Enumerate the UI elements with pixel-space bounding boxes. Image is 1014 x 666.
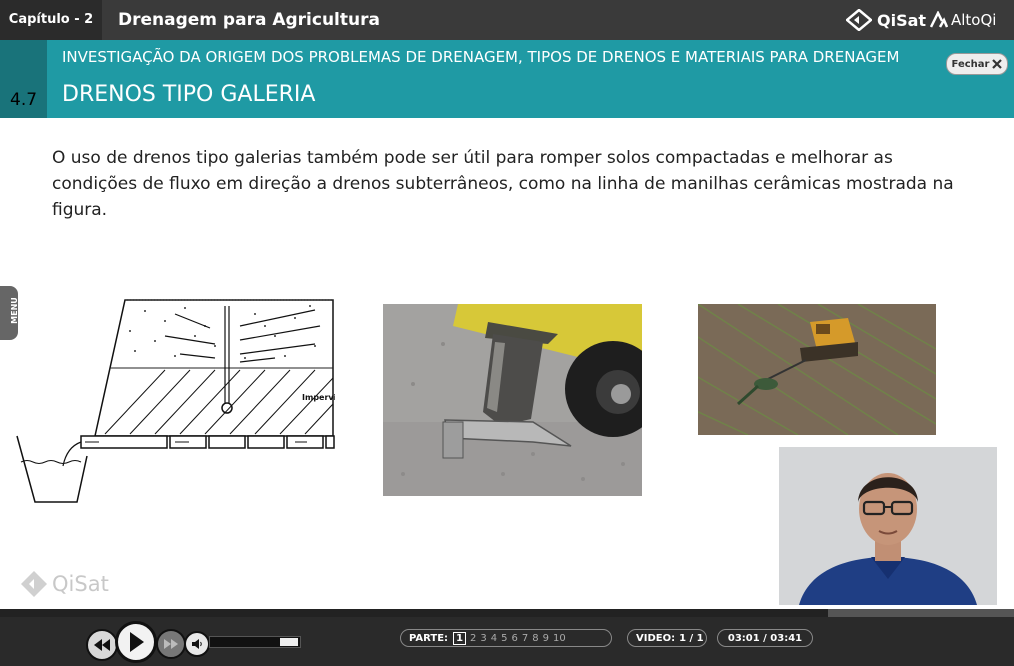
section-number: 4.7 [10,90,38,110]
body-paragraph: O uso de drenos tipo galerias também pod… [52,148,954,220]
section-header: INVESTIGAÇÃO DA ORIGEM DOS PROBLEMAS DE … [0,40,1014,118]
close-button[interactable]: Fechar [946,53,1008,75]
video-label: VIDEO: [636,632,676,644]
presenter-video[interactable] [779,447,997,605]
parts-selector: PARTE: 1 2 3 4 5 6 7 8 9 10 [400,629,612,647]
part-button-2[interactable]: 2 [470,633,476,644]
part-button-7[interactable]: 7 [522,633,528,644]
time-display: 03:01 / 03:41 [717,629,813,647]
play-button[interactable] [115,621,157,663]
qisat-watermark-icon [21,571,47,597]
video-counter: VIDEO: 1 / 1 [627,629,707,647]
close-icon [992,59,1003,69]
close-label: Fechar [951,58,990,70]
mole-plough-photo [383,304,642,496]
section-number-box: 4.7 [0,40,47,118]
parts-label: PARTE: [409,632,449,644]
part-button-1[interactable]: 1 [453,631,467,645]
qisat-logo-text: QiSat [877,10,927,30]
section-subtitle: INVESTIGAÇÃO DA ORIGEM DOS PROBLEMAS DE … [62,48,900,66]
part-button-4[interactable]: 4 [491,633,497,644]
chapter-label: Capítulo - 2 [0,0,102,40]
top-bar: Capítulo - 2 Drenagem para Agricultura Q… [0,0,1014,40]
play-icon [130,632,144,652]
part-button-5[interactable]: 5 [501,633,507,644]
section-title: DRENOS TIPO GALERIA [62,82,316,107]
altoqi-logo-icon [930,11,948,28]
qisat-logo-icon [846,9,872,31]
volume-button[interactable] [184,631,210,657]
player-controls: PARTE: 1 2 3 4 5 6 7 8 9 10 VIDEO: 1 / 1 03:01 / … [0,617,1014,666]
altoqi-logo-text: AltoQi [951,11,997,29]
qisat-watermark: QiSat [20,570,109,598]
part-button-3[interactable]: 3 [480,633,486,644]
playback-progress-fill [0,609,829,617]
forward-button[interactable] [156,629,186,659]
time-value: 03:01 / 03:41 [727,632,803,644]
part-button-10[interactable]: 10 [553,633,566,644]
playback-progress-bar[interactable] [0,609,1014,617]
part-button-9[interactable]: 9 [543,633,549,644]
volume-slider-handle[interactable] [280,638,298,646]
volume-slider[interactable] [209,636,301,648]
watermark-text: QiSat [52,572,109,596]
fast-forward-icon [164,639,178,649]
part-button-8[interactable]: 8 [532,633,538,644]
impervious-label: Impervi [302,393,335,402]
qisat-logo: QiSat [846,9,926,31]
course-title: Drenagem para Agricultura [118,10,380,30]
speaker-icon [192,639,202,649]
altoqi-logo: AltoQi [930,9,996,31]
part-button-6[interactable]: 6 [512,633,518,644]
video-value: 1 / 1 [679,632,704,644]
rewind-icon [94,639,110,651]
rewind-button[interactable] [86,629,118,661]
drainage-diagram: Impervi [16,299,335,503]
tractor-field-photo [698,304,936,435]
